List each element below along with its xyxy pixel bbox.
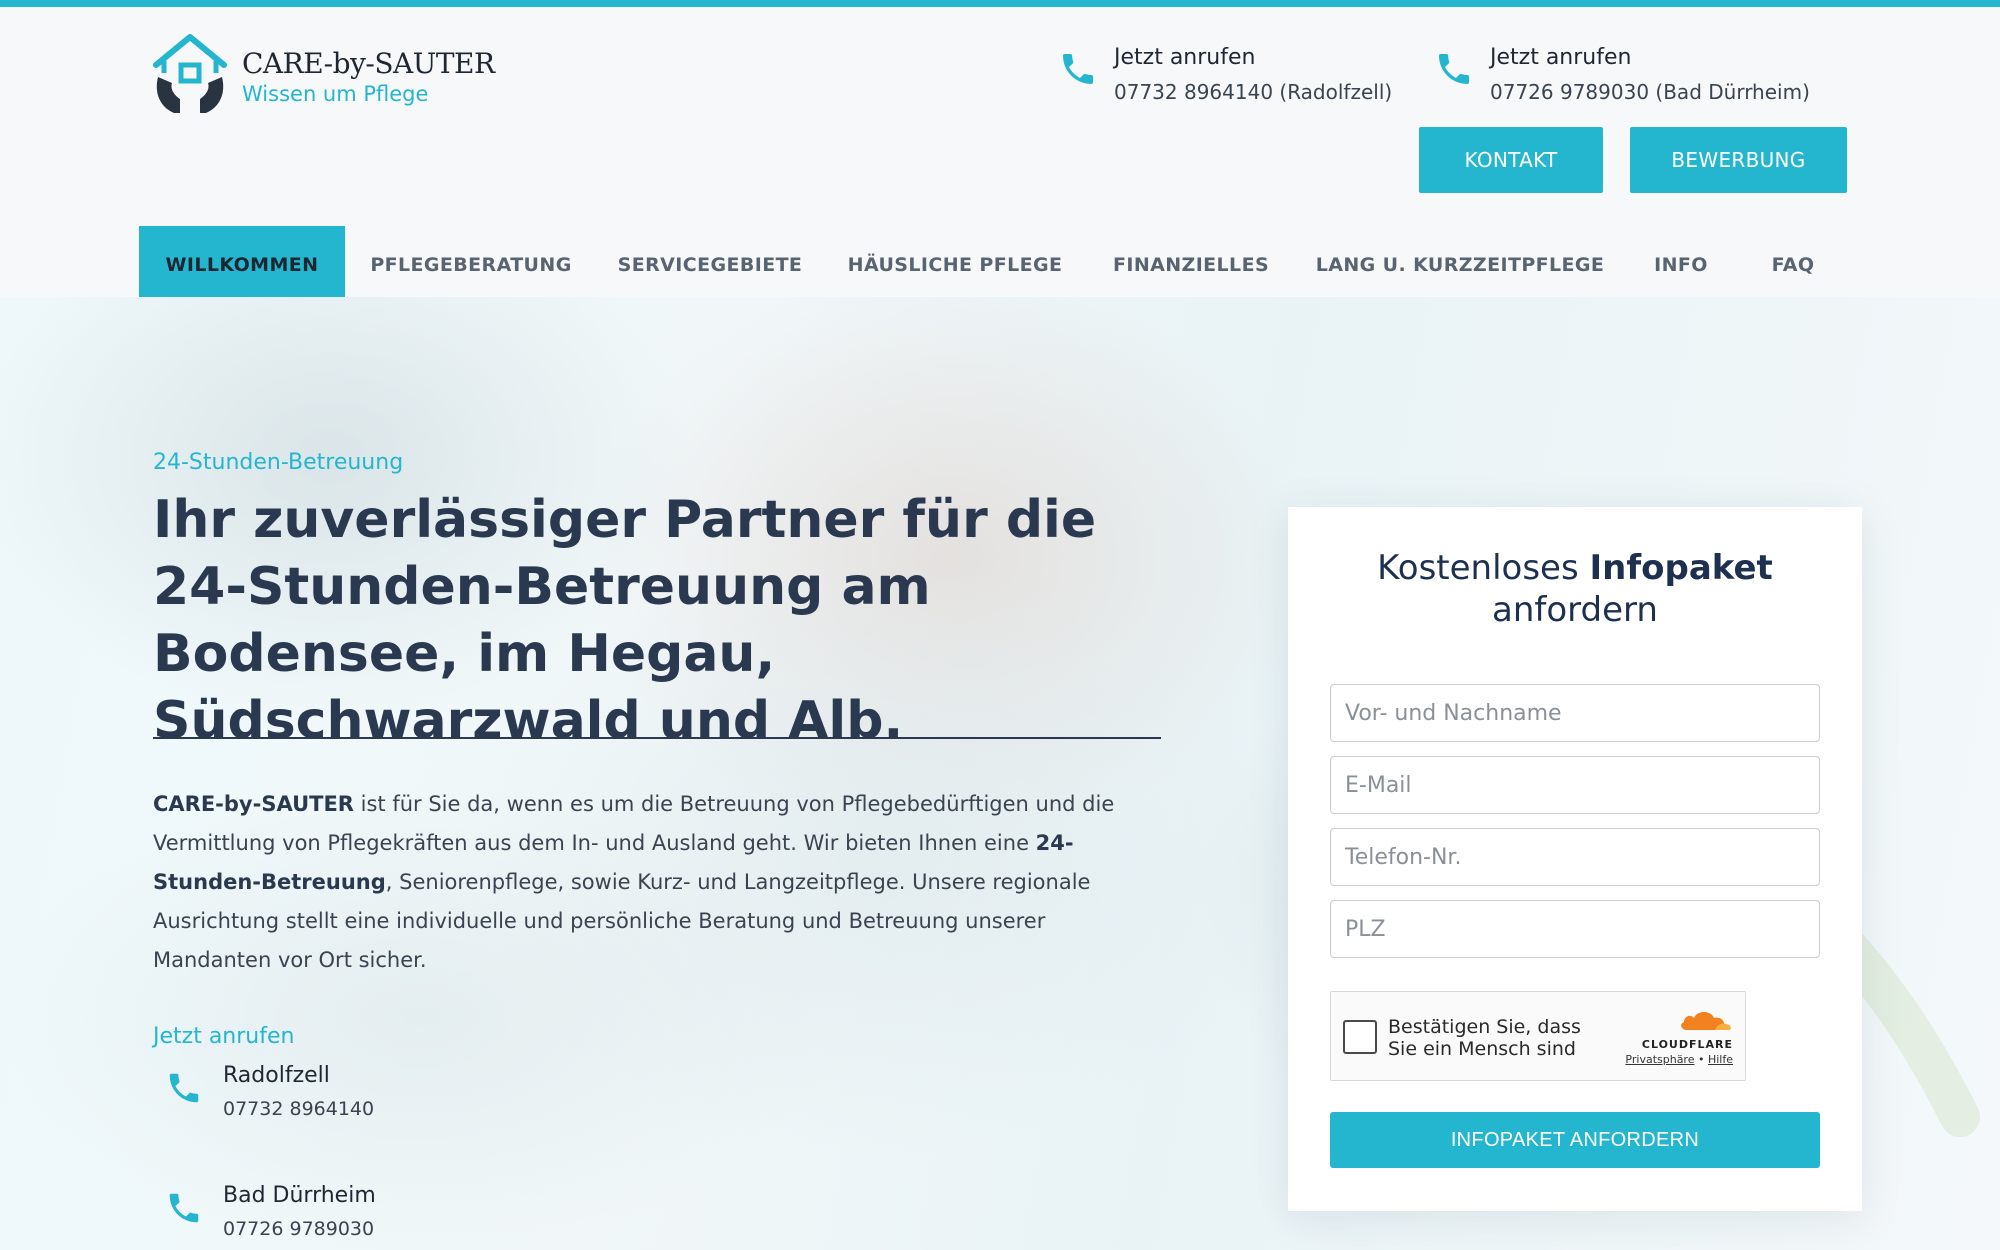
nav-item-willkommen[interactable]: WILLKOMMEN xyxy=(139,226,345,304)
link-separator: • xyxy=(1694,1053,1708,1066)
main-nav: WILLKOMMEN PFLEGEBERATUNG SERVICEGEBIETE… xyxy=(139,226,1849,304)
hero-section: 24-Stunden-Betreuung Ihr zuverlässiger P… xyxy=(0,297,2000,1250)
phone-icon xyxy=(169,1193,199,1223)
house-hands-logo-icon xyxy=(153,34,227,113)
captcha-checkbox[interactable] xyxy=(1343,1020,1377,1054)
logo-tagline: Wissen um Pflege xyxy=(242,82,429,106)
cloudflare-logo: CLOUDFLARE Privatsphäre • Hilfe xyxy=(1623,1008,1733,1066)
phone-icon xyxy=(1439,54,1469,84)
nav-item-pflegeberatung[interactable]: PFLEGEBERATUNG xyxy=(345,226,597,304)
intro-brand: CARE-by-SAUTER xyxy=(153,792,354,816)
infopaket-submit-button[interactable]: INFOPAKET ANFORDERN xyxy=(1330,1112,1820,1168)
phone-input[interactable] xyxy=(1330,828,1820,886)
nav-item-haeusliche-pflege[interactable]: HÄUSLICHE PFLEGE xyxy=(823,226,1087,304)
header-contact-radolfzell[interactable]: Jetzt anrufen 07732 8964140 (Radolfzell) xyxy=(1058,45,1392,104)
name-input[interactable] xyxy=(1330,684,1820,742)
cloudflare-cloud-icon xyxy=(1681,1012,1731,1030)
phone-icon xyxy=(1063,54,1093,84)
nav-item-info[interactable]: INFO xyxy=(1625,226,1737,304)
cloudflare-captcha-widget: Bestätigen Sie, dass Sie ein Mensch sind… xyxy=(1330,991,1746,1081)
email-input[interactable] xyxy=(1330,756,1820,814)
nav-item-lang-kurzzeitpflege[interactable]: LANG U. KURZZEITPFLEGE xyxy=(1295,226,1625,304)
cloudflare-name: CLOUDFLARE xyxy=(1641,1038,1733,1051)
nav-item-servicegebiete[interactable]: SERVICEGEBIETE xyxy=(597,226,823,304)
top-accent-bar xyxy=(0,0,2000,7)
help-link[interactable]: Hilfe xyxy=(1708,1053,1733,1066)
privacy-link[interactable]: Privatsphäre xyxy=(1625,1053,1694,1066)
header-contact-bad-duerrheim[interactable]: Jetzt anrufen 07726 9789030 (Bad Dürrhei… xyxy=(1434,45,1810,104)
form-title-part2: anfordern xyxy=(1492,590,1658,630)
infopaket-form-card: Kostenloses Infopaket anfordern Bestätig… xyxy=(1288,507,1862,1211)
location-name: Bad Dürrheim xyxy=(223,1183,376,1208)
kontakt-button[interactable]: KONTAKT xyxy=(1419,127,1603,193)
captcha-text-line1: Bestätigen Sie, dass xyxy=(1388,1016,1581,1038)
cloudflare-links: Privatsphäre • Hilfe xyxy=(1623,1053,1733,1066)
hero-headline: Ihr zuverlässiger Partner für die 24-Stu… xyxy=(153,490,1097,751)
form-title-part1: Kostenloses xyxy=(1377,548,1590,588)
hero-intro-text: CARE-by-SAUTER ist für Sie da, wenn es u… xyxy=(153,785,1163,980)
phone-icon xyxy=(169,1073,199,1103)
contact-number: 07726 9789030 (Bad Dürrheim) xyxy=(1490,80,1810,104)
hero-divider xyxy=(153,737,1161,739)
hero-kicker: 24-Stunden-Betreuung xyxy=(153,450,404,475)
captcha-text-line2: Sie ein Mensch sind xyxy=(1388,1038,1576,1060)
nav-item-finanzielles[interactable]: FINANZIELLES xyxy=(1087,226,1295,304)
location-name: Radolfzell xyxy=(223,1063,330,1088)
site-logo[interactable]: CARE-by-SAUTER Wissen um Pflege xyxy=(150,33,495,117)
contact-title: Jetzt anrufen xyxy=(1114,45,1256,70)
form-title: Kostenloses Infopaket anfordern xyxy=(1288,547,1862,631)
call-label: Jetzt anrufen xyxy=(153,1024,295,1049)
form-title-bold: Infopaket xyxy=(1589,548,1773,588)
nav-item-faq[interactable]: FAQ xyxy=(1737,226,1849,304)
captcha-text: Bestätigen Sie, dass Sie ein Mensch sind xyxy=(1388,1016,1581,1060)
contact-title: Jetzt anrufen xyxy=(1490,45,1632,70)
logo-name: CARE-by-SAUTER xyxy=(242,47,495,80)
location-number: 07726 9789030 xyxy=(223,1218,375,1240)
bewerbung-button[interactable]: BEWERBUNG xyxy=(1630,127,1847,193)
contact-number: 07732 8964140 (Radolfzell) xyxy=(1114,80,1393,104)
location-radolfzell[interactable]: Radolfzell 07732 8964140 xyxy=(165,1063,374,1120)
zip-input[interactable] xyxy=(1330,900,1820,958)
location-number: 07732 8964140 xyxy=(223,1098,375,1120)
location-bad-duerrheim[interactable]: Bad Dürrheim 07726 9789030 xyxy=(165,1183,376,1240)
site-header: CARE-by-SAUTER Wissen um Pflege Jetzt an… xyxy=(0,7,2000,304)
